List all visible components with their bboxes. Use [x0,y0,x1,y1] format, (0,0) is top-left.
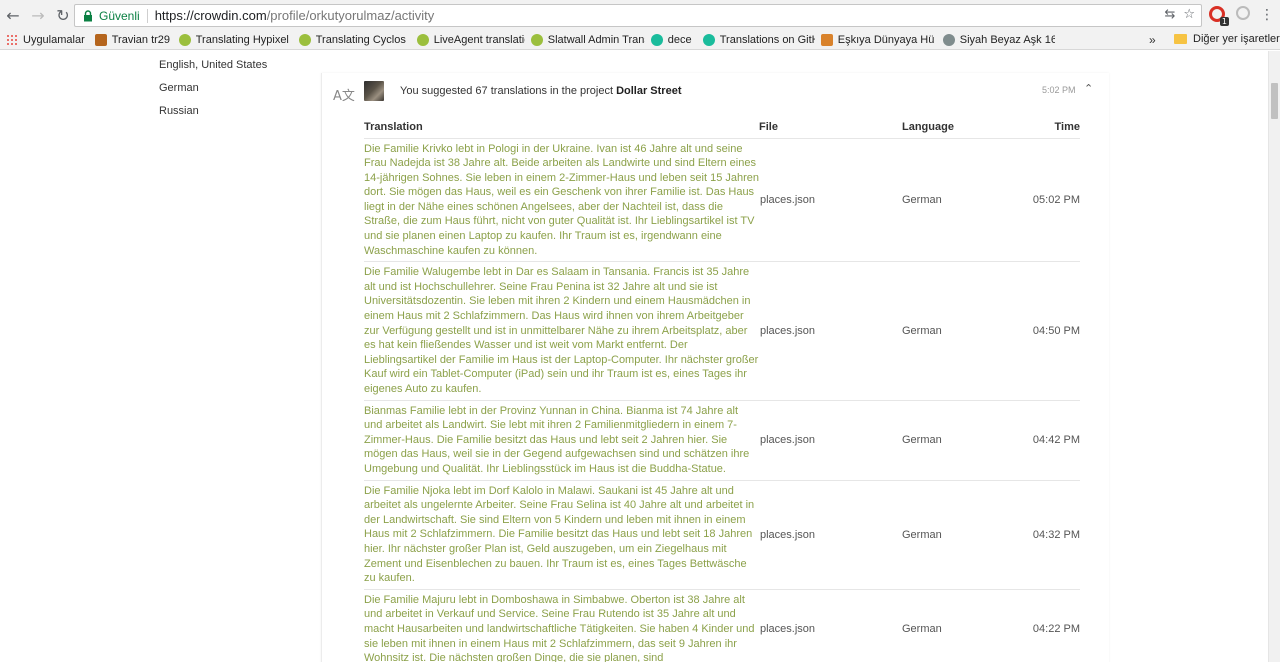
bookmark-dece[interactable]: dece [650,33,695,46]
translate-icon[interactable]: ⇆ [1164,7,1175,22]
column-header-file: File [759,118,902,139]
bookmarks-more-icon[interactable]: » [1149,33,1156,47]
bookmark-label: Slatwall Admin Transl [547,33,645,46]
url-path: /profile/orkutyorulmaz/activity [266,8,435,23]
translations-table: Translation File Language Time Die Famil… [364,118,1080,662]
page-scrollbar[interactable] [1268,51,1280,662]
column-header-language: Language [902,118,1012,139]
column-header-time: Time [1012,118,1080,139]
crowdin-icon [298,33,311,46]
time-cell: 04:22 PM [1012,589,1080,662]
back-arrow-icon[interactable]: ← [2,4,24,26]
extension-icon[interactable]: 1 [1209,6,1229,26]
crowdin-icon [416,33,429,46]
bookmark-label: Siyah Beyaz Aşk 16. B [959,33,1055,46]
folder-icon [1174,34,1187,44]
language-item[interactable]: English, United States [159,59,267,82]
bookmarks-bar: Uygulamalar Travian tr29 Translating Hyp… [0,30,1280,50]
bookmark-hypixel[interactable]: Translating Hypixel to [178,33,291,46]
scrollbar-thumb[interactable] [1271,83,1278,119]
activity-card: A文 You suggested 67 translations in the … [321,73,1109,662]
translate-icon: A文 [333,89,355,104]
language-item[interactable]: Russian [159,105,267,128]
star-icon[interactable]: ☆ [1183,7,1195,22]
address-bar[interactable]: Güvenli https://crowdin.com/profile/orku… [74,4,1202,27]
file-cell: places.json [759,138,902,263]
translation-text[interactable]: Die Familie Majuru lebt in Domboshawa in… [364,589,759,662]
extension-badge: 1 [1219,17,1229,26]
github-icon [702,33,715,46]
bookmark-label: Uygulamalar [23,33,85,46]
video-icon [942,33,955,46]
translation-text[interactable]: Die Familie Walugembe lebt in Dar es Sal… [364,261,759,401]
bookmark-label: Translating Hypixel to [195,33,291,46]
activity-prefix: You suggested 67 translations in the pro… [400,85,617,97]
file-cell: places.json [759,400,902,481]
language-item[interactable]: German [159,82,267,105]
url-text[interactable]: https://crowdin.com/profile/orkutyorulma… [155,8,435,23]
bookmark-cyclos[interactable]: Translating Cyclos to [298,33,409,46]
activity-time: 5:02 PM [1042,85,1076,95]
translation-text[interactable]: Bianmas Familie lebt in der Provinz Yunn… [364,400,759,481]
language-cell: German [902,261,1012,401]
table-header-row: Translation File Language Time [364,118,1080,139]
table-row[interactable]: Die Familie Njoka lebt im Dorf Kalolo in… [364,480,1080,590]
translation-text[interactable]: Die Familie Njoka lebt im Dorf Kalolo in… [364,480,759,590]
activity-text: You suggested 67 translations in the pro… [400,85,682,97]
activity-header: A文 You suggested 67 translations in the … [322,78,1110,106]
language-cell: German [902,400,1012,481]
travian-icon [94,33,107,46]
translation-text[interactable]: Die Familie Krivko lebt in Pologi in der… [364,138,759,263]
crowdin-icon [530,33,543,46]
bookmark-liveagent[interactable]: LiveAgent translation [416,33,525,46]
url-host: https://crowdin.com [154,8,267,23]
time-cell: 04:42 PM [1012,400,1080,481]
bookmark-apps[interactable]: Uygulamalar [6,33,85,46]
file-cell: places.json [759,480,902,590]
project-link[interactable]: Dollar Street [616,85,681,97]
file-cell: places.json [759,589,902,662]
bookmark-label: dece [667,33,692,46]
table-row[interactable]: Die Familie Krivko lebt in Pologi in der… [364,138,1080,263]
bookmark-label: Translations on GitHub [719,33,815,46]
time-cell: 04:50 PM [1012,261,1080,401]
bookmark-slatwall[interactable]: Slatwall Admin Transl [530,33,645,46]
language-cell: German [902,589,1012,662]
table-row[interactable]: Die Familie Majuru lebt in Domboshawa in… [364,589,1080,662]
bookmark-github[interactable]: Translations on GitHub [702,33,815,46]
column-header-translation: Translation [364,118,759,139]
language-cell: German [902,480,1012,590]
forward-arrow-icon[interactable]: → [27,4,49,26]
reload-icon[interactable]: ↻ [52,4,74,26]
table-row[interactable]: Bianmas Familie lebt in der Provinz Yunn… [364,400,1080,481]
browser-toolbar: ← → ↻ Güvenli https://crowdin.com/profil… [0,0,1280,30]
lock-icon [81,9,95,23]
github-icon [650,33,663,46]
bookmark-label: Translating Cyclos to [315,33,409,46]
time-cell: 04:32 PM [1012,480,1080,590]
secure-label: Güvenli [99,8,140,23]
bookmark-label: Eşkıya Dünyaya Hükü [837,33,935,46]
bookmark-siyah-beyaz[interactable]: Siyah Beyaz Aşk 16. B [942,33,1055,46]
extension-circle-icon[interactable] [1236,6,1250,20]
page-content: English, United States German Russian A文… [0,51,1268,662]
language-cell: German [902,138,1012,263]
time-cell: 05:02 PM [1012,138,1080,263]
bookmark-label: LiveAgent translation [433,33,525,46]
omnibox-divider [146,8,148,23]
other-bookmarks-label: Diğer yer işaretleri [1193,33,1280,45]
chevron-up-icon[interactable]: ⌃ [1084,82,1093,95]
bookmark-other-folder[interactable]: Diğer yer işaretleri [1174,33,1280,45]
bookmark-eskiya[interactable]: Eşkıya Dünyaya Hükü [820,33,935,46]
file-cell: places.json [759,261,902,401]
bookmark-label: Travian tr29 [111,33,171,46]
crowdin-icon [178,33,191,46]
table-row[interactable]: Die Familie Walugembe lebt in Dar es Sal… [364,261,1080,401]
avatar[interactable] [364,81,384,101]
menu-icon[interactable]: ⋮ [1258,6,1276,24]
video-icon [820,33,833,46]
language-list: English, United States German Russian [159,59,267,128]
bookmark-travian[interactable]: Travian tr29 [94,33,173,46]
apps-grid-icon [6,33,18,46]
